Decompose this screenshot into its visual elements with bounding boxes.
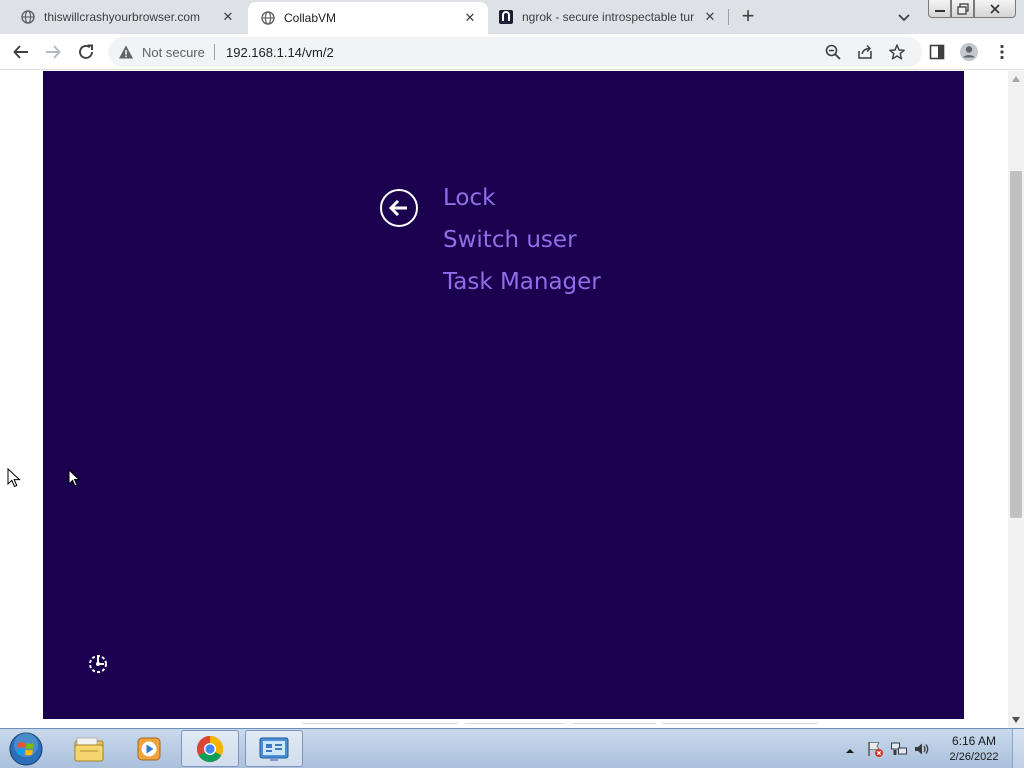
minimize-button[interactable]: [928, 0, 951, 18]
tab-title: thiswillcrashyourbrowser.com: [44, 10, 201, 24]
clock-time[interactable]: 6:16 AM: [945, 734, 1003, 748]
scrollbar-thumb[interactable]: [1010, 171, 1022, 518]
reload-icon: [79, 44, 93, 59]
profile-avatar-icon: [960, 43, 978, 61]
action-center-flag-icon[interactable]: [866, 740, 884, 758]
start-button[interactable]: [6, 730, 46, 768]
windows-logo-icon: [9, 732, 43, 766]
side-panel-button[interactable]: [925, 40, 949, 64]
arrow-left-icon: [388, 199, 407, 217]
side-panel-icon: [929, 44, 945, 60]
ease-of-access-icon[interactable]: [87, 651, 111, 675]
chrome-icon: [196, 735, 224, 762]
scroll-down-arrow-icon[interactable]: [1008, 712, 1024, 728]
browser-toolbar: Not secure 192.168.1.14/vm/2: [0, 34, 1024, 70]
address-divider: [214, 44, 215, 60]
control-panel-icon: [259, 737, 289, 761]
tab-title: CollabVM: [284, 11, 337, 25]
arrow-left-icon: [13, 45, 28, 59]
close-icon[interactable]: ✕: [462, 10, 478, 26]
warning-icon[interactable]: [118, 44, 134, 60]
tab-separator: [728, 9, 729, 25]
new-tab-button[interactable]: +: [736, 5, 760, 29]
globe-icon: [260, 10, 276, 26]
taskbar-media-player[interactable]: [120, 730, 178, 767]
back-arrow-button[interactable]: [380, 189, 418, 227]
tab-collabvm[interactable]: CollabVM ✕: [248, 2, 488, 34]
page-scrollbar[interactable]: [1008, 71, 1024, 728]
address-bar[interactable]: Not secure 192.168.1.14/vm/2: [108, 37, 922, 67]
page-content: Lock Switch user Task Manager: [0, 71, 1008, 728]
tab-thiswillcrashyourbrowser[interactable]: thiswillcrashyourbrowser.com ✕: [0, 0, 246, 34]
folder-icon: [74, 737, 104, 761]
url-text[interactable]: 192.168.1.14/vm/2: [226, 45, 334, 60]
close-icon[interactable]: ✕: [220, 9, 236, 25]
globe-icon: [20, 9, 36, 25]
menu-button[interactable]: [990, 40, 1014, 64]
arrow-right-icon: [46, 45, 61, 59]
vm-screen[interactable]: Lock Switch user Task Manager: [43, 71, 964, 719]
kebab-menu-icon: [1000, 44, 1004, 60]
reload-button[interactable]: [74, 40, 98, 64]
restore-button[interactable]: [951, 0, 974, 18]
host-cursor-icon: [7, 467, 21, 493]
close-icon[interactable]: ✕: [702, 9, 718, 25]
tray-expand-icon[interactable]: [845, 743, 855, 753]
media-player-icon: [137, 737, 161, 760]
mouse-cursor-icon: [68, 468, 81, 492]
security-label[interactable]: Not secure: [142, 45, 205, 60]
taskbar-file-explorer[interactable]: [60, 730, 118, 767]
taskbar-control-panel[interactable]: [245, 730, 303, 767]
tab-ngrok[interactable]: ngrok - secure introspectable tur ✕: [488, 0, 728, 34]
taskbar-chrome[interactable]: [181, 730, 239, 767]
back-button[interactable]: [9, 40, 33, 64]
task-manager-option[interactable]: Task Manager: [443, 269, 601, 295]
tab-strip: thiswillcrashyourbrowser.com ✕ CollabVM …: [0, 0, 1024, 34]
profile-button[interactable]: [957, 40, 981, 64]
zoom-out-icon[interactable]: [824, 43, 842, 61]
ngrok-icon: [498, 9, 514, 25]
windows-taskbar: 6:16 AM 2/26/2022: [0, 728, 1024, 768]
chevron-down-icon[interactable]: [895, 8, 913, 26]
tab-title: ngrok - secure introspectable tur: [522, 10, 695, 24]
share-icon[interactable]: [856, 43, 874, 61]
clock-date[interactable]: 2/26/2022: [945, 751, 1003, 763]
bookmark-star-icon[interactable]: [888, 43, 906, 61]
switch-user-option[interactable]: Switch user: [443, 227, 577, 253]
close-window-button[interactable]: [974, 0, 1016, 18]
lock-option[interactable]: Lock: [443, 185, 495, 211]
volume-icon[interactable]: [913, 740, 931, 758]
show-desktop-button[interactable]: [1012, 729, 1024, 768]
network-icon[interactable]: [890, 740, 908, 758]
forward-button[interactable]: [41, 40, 65, 64]
scroll-up-arrow-icon[interactable]: [1008, 71, 1024, 87]
